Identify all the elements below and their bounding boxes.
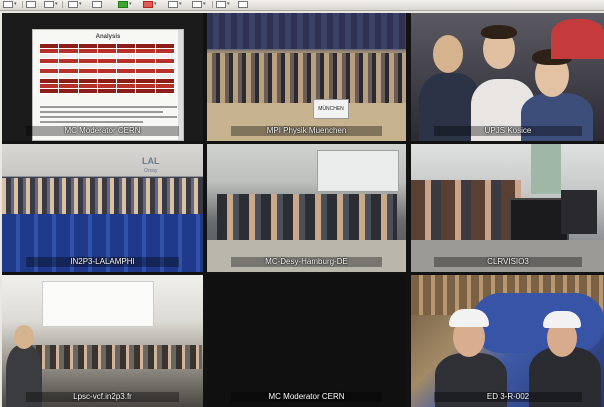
video-tile-moderator-cern[interactable]: Analysis MC Moderator CERN [2, 13, 203, 141]
accelerator-magnet [471, 293, 604, 353]
speaker-icon [143, 1, 153, 8]
student-head [433, 35, 463, 73]
layout-button[interactable]: ▾ [3, 0, 17, 9]
grid-button[interactable]: ▾ [192, 0, 206, 9]
tile-caption: MC Moderator CERN [64, 126, 141, 135]
video-tile-in2p3-lalamphi[interactable]: LAL Orsay IN2P3-LALAMPHI [2, 144, 203, 272]
chevron-down-icon: ▾ [179, 1, 182, 7]
desk [411, 240, 604, 272]
audience [2, 178, 203, 214]
chevron-down-icon: ▾ [55, 1, 58, 7]
chevron-down-icon: ▾ [227, 1, 230, 7]
tile-caption: MPI Physik Muenchen [266, 126, 347, 135]
students [217, 194, 397, 240]
tile-caption: MC-Desy-Hamburg-DE [265, 257, 348, 266]
video-tile-lpsc-vcf[interactable]: Lpsc-vcf.in2p3.fr [2, 275, 203, 407]
video-tile-clrvisio3[interactable]: CLRVISIO3 [411, 144, 604, 272]
slide-text-line [40, 121, 143, 123]
computer-tower [561, 190, 597, 234]
pin-icon [238, 1, 248, 8]
audience [22, 345, 202, 369]
name-sign: MÜNCHEN [313, 99, 349, 119]
audience [207, 53, 406, 103]
tile-caption: UPJS Kosice [484, 126, 532, 135]
camera-button[interactable]: ▾ [44, 0, 58, 9]
video-tile-ed-3-r-002[interactable]: ED 3-R-002 [411, 275, 604, 407]
chevron-down-icon: ▾ [14, 1, 17, 7]
monitor-button[interactable]: ▾ [68, 0, 82, 9]
settings-icon [216, 1, 226, 8]
hair [481, 25, 517, 39]
monitor-icon [68, 1, 78, 8]
chevron-down-icon: ▾ [203, 1, 206, 7]
hard-hat [543, 311, 581, 328]
student-figure [551, 19, 604, 59]
video-grid: Analysis MC Moderator CERN MÜNCHEN MPI P… [2, 13, 604, 407]
curtain [207, 13, 406, 49]
chevron-down-icon: ▾ [79, 1, 82, 7]
slide-scrollbar[interactable] [178, 30, 183, 140]
slide-table [38, 43, 176, 94]
mail-icon [26, 1, 36, 8]
settings-button[interactable]: ▾ [216, 0, 230, 9]
video-tile-upjs-kosice[interactable]: UPJS Kosice [411, 13, 604, 141]
person-head [14, 325, 34, 349]
chat-button[interactable]: ▾ [168, 0, 182, 9]
window [531, 144, 561, 194]
chat-icon [168, 1, 178, 8]
separator [62, 1, 63, 8]
slide-title: Analysis [95, 34, 121, 40]
tile-caption: IN2P3-LALAMPHI [70, 257, 135, 266]
camera-icon [44, 1, 54, 8]
microphone-icon [118, 1, 128, 8]
tile-caption: Lpsc-vcf.in2p3.fr [73, 392, 132, 401]
slide-text-line [40, 106, 177, 108]
slide-text-line [40, 111, 163, 113]
tile-caption: CLRVISIO3 [487, 257, 529, 266]
speaker-button[interactable]: ▾ [143, 0, 157, 9]
video-tile-moderator-cern-2[interactable]: MC Moderator CERN [207, 275, 406, 407]
mail-button[interactable] [26, 0, 36, 9]
students [411, 180, 521, 240]
toolbar: ▾ ▾ ▾ ▾ ▾ ▾ ▾ ▾ [0, 0, 604, 11]
computer-monitor [509, 198, 569, 244]
projection-screen [42, 281, 154, 327]
share-button[interactable] [92, 0, 102, 9]
shared-slide: Analysis [32, 29, 184, 141]
chevron-down-icon: ▾ [129, 1, 132, 7]
grid-icon [192, 1, 202, 8]
pin-button[interactable] [238, 0, 248, 9]
chevron-down-icon: ▾ [154, 1, 157, 7]
share-icon [92, 1, 102, 8]
separator [22, 1, 23, 8]
tile-caption: MC Moderator CERN [268, 392, 345, 401]
layout-icon [3, 1, 13, 8]
video-tile-mpi-physik[interactable]: MÜNCHEN MPI Physik Muenchen [207, 13, 406, 141]
window [317, 150, 399, 192]
table [207, 240, 406, 272]
video-tile-desy-hamburg[interactable]: MC-Desy-Hamburg-DE [207, 144, 406, 272]
wall-sign-sub: Orsay [144, 168, 158, 174]
slide-text-line [40, 116, 177, 118]
tile-caption: ED 3-R-002 [486, 392, 530, 401]
microphone-button[interactable]: ▾ [118, 0, 132, 9]
separator [212, 1, 213, 8]
hard-hat [449, 309, 489, 327]
